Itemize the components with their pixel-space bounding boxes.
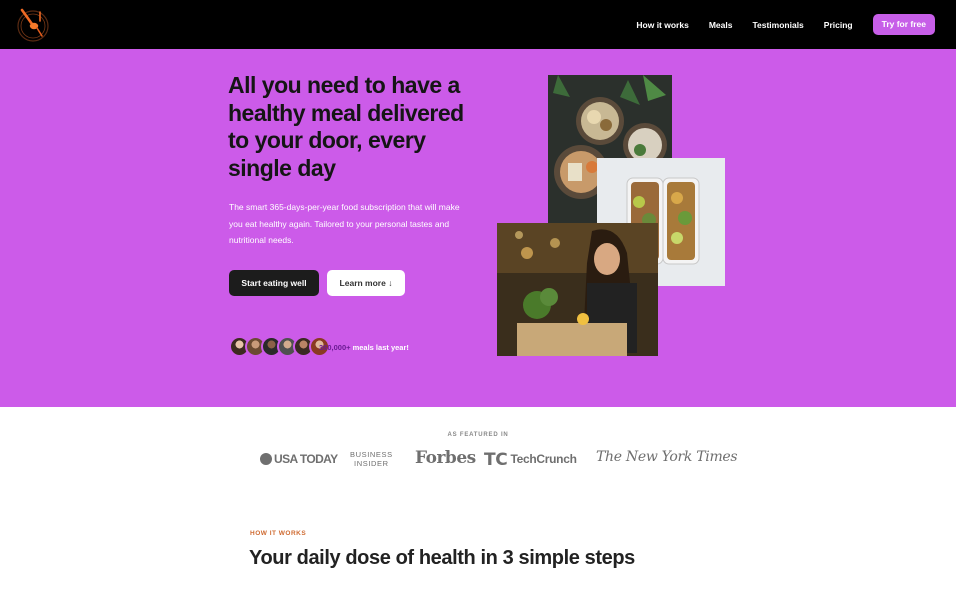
- techcrunch-logo: TC TechCrunch: [484, 450, 577, 470]
- woman-eating-image: [497, 223, 658, 356]
- usa-today-dot-icon: [260, 453, 272, 465]
- meal-count: 360,000+: [319, 343, 351, 352]
- techcrunch-text: TechCrunch: [510, 452, 577, 466]
- how-it-works-label: HOW IT WORKS: [250, 530, 307, 537]
- featured-label: AS FEATURED IN: [447, 432, 509, 438]
- business-insider-line2: INSIDER: [354, 459, 389, 468]
- forbes-logo: Forbes: [415, 448, 476, 468]
- nav-links: How it works Meals Testimonials Pricing …: [636, 14, 935, 35]
- start-eating-well-button[interactable]: Start eating well: [229, 270, 319, 296]
- nav-link-pricing[interactable]: Pricing: [824, 20, 853, 30]
- how-it-works-heading: Your daily dose of health in 3 simple st…: [249, 547, 635, 569]
- press-logos: USA TODAY BUSINESS INSIDER Forbes TC TechC…: [260, 448, 738, 470]
- hero-section: All you need to have a healthy meal deli…: [0, 49, 956, 407]
- business-insider-logo: BUSINESS INSIDER: [350, 450, 393, 468]
- nav-link-meals[interactable]: Meals: [709, 20, 733, 30]
- usa-today-logo: USA TODAY: [260, 452, 338, 466]
- nyt-logo: The New York Times: [596, 449, 738, 465]
- business-insider-line1: BUSINESS: [350, 450, 393, 459]
- techcrunch-mark-icon: TC: [484, 450, 508, 470]
- nav-link-testimonials[interactable]: Testimonials: [752, 20, 803, 30]
- featured-section: AS FEATURED IN USA TODAY BUSINESS INSIDER…: [0, 407, 956, 591]
- social-proof-text: 360,000+ meals last year!: [319, 343, 409, 352]
- customer-avatars: [229, 336, 330, 357]
- meal-count-caption: meals last year!: [350, 343, 409, 352]
- nav-link-how-it-works[interactable]: How it works: [636, 20, 688, 30]
- hero-description: The smart 365-days-per-year food subscri…: [229, 202, 460, 245]
- hero-title: All you need to have a healthy meal deli…: [228, 72, 464, 181]
- try-for-free-button[interactable]: Try for free: [872, 14, 935, 35]
- usa-today-text: USA TODAY: [274, 452, 338, 466]
- logo-icon[interactable]: [16, 4, 50, 45]
- top-navbar: How it works Meals Testimonials Pricing …: [0, 0, 956, 49]
- learn-more-button[interactable]: Learn more ↓: [327, 270, 405, 296]
